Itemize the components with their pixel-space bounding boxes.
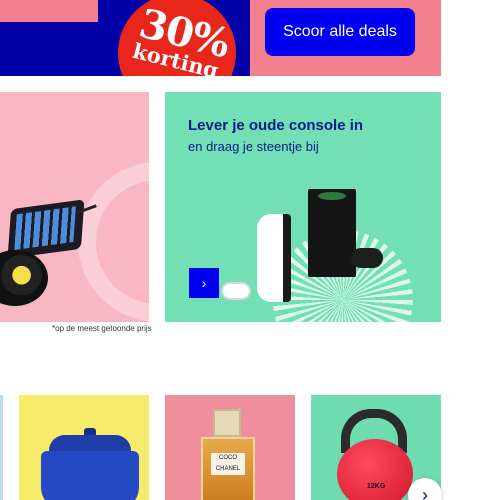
product-tile-dutch-oven[interactable] bbox=[19, 395, 149, 500]
product-tile-partial[interactable] bbox=[0, 395, 3, 500]
playstation-console-image bbox=[257, 214, 291, 302]
perfume-cap-image bbox=[213, 409, 241, 437]
price-footnote: *op de meest getoonde prijs bbox=[52, 324, 152, 333]
xbox-vent bbox=[318, 192, 346, 200]
perfume-label: COCO CHANEL bbox=[211, 453, 245, 475]
gaming-mouse-image bbox=[0, 250, 48, 306]
black-controller-image bbox=[351, 248, 383, 268]
perfume-label-line2: CHANEL bbox=[215, 466, 241, 472]
stream-deck-keys bbox=[14, 206, 76, 251]
product-tile-perfume[interactable]: COCO CHANEL bbox=[165, 395, 295, 500]
console-card-arrow-button[interactable]: › bbox=[189, 268, 219, 298]
chevron-right-icon: › bbox=[422, 485, 428, 500]
console-card-subtitle: en draag je steentje bij bbox=[188, 139, 319, 154]
kettlebell-weight-label: 12KG bbox=[367, 483, 386, 490]
promo-pink-strip bbox=[0, 0, 98, 22]
deal-card-gaming[interactable] bbox=[0, 92, 149, 322]
promo-banner[interactable]: 30% korting Scoor alle deals bbox=[0, 0, 441, 76]
kettlebell-body-image bbox=[337, 439, 413, 500]
console-tradein-card[interactable]: Lever je oude console in en draag je ste… bbox=[165, 92, 441, 322]
page: 30% korting Scoor alle deals *op de mees… bbox=[0, 0, 500, 500]
decorative-arc bbox=[78, 162, 149, 322]
scoor-deals-button[interactable]: Scoor alle deals bbox=[265, 8, 415, 56]
console-card-title: Lever je oude console in bbox=[188, 117, 364, 134]
perfume-label-line1: COCO bbox=[219, 455, 237, 461]
xbox-console-image bbox=[308, 189, 356, 277]
white-controller-image bbox=[221, 282, 251, 300]
pot-body-image bbox=[41, 451, 139, 500]
chevron-right-icon: › bbox=[201, 275, 207, 291]
